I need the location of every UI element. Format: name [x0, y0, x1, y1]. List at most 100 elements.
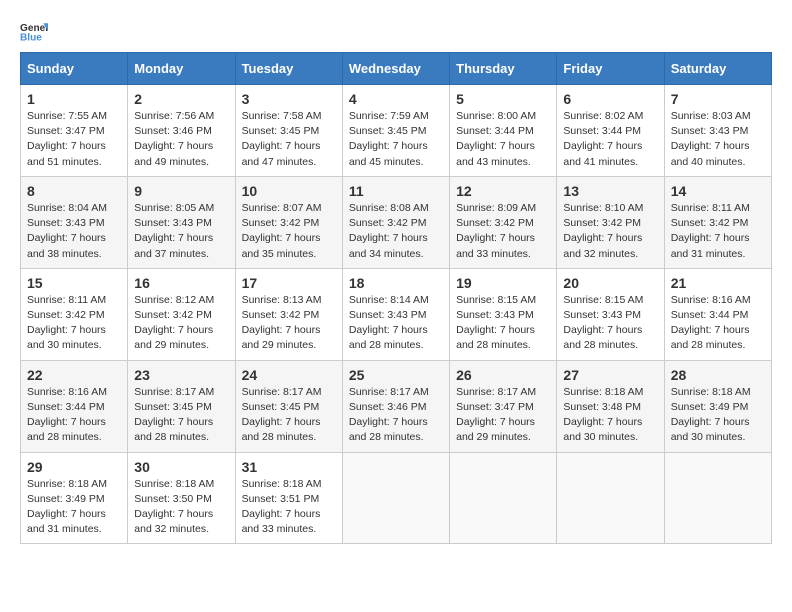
calendar-day-cell: 8 Sunrise: 8:04 AM Sunset: 3:43 PM Dayli… — [21, 176, 128, 268]
calendar-day-cell: 25 Sunrise: 8:17 AM Sunset: 3:46 PM Dayl… — [342, 360, 449, 452]
day-info: Sunrise: 8:02 AM Sunset: 3:44 PM Dayligh… — [563, 109, 657, 170]
day-number: 27 — [563, 367, 657, 383]
calendar-day-cell: 17 Sunrise: 8:13 AM Sunset: 3:42 PM Dayl… — [235, 268, 342, 360]
day-number: 25 — [349, 367, 443, 383]
day-number: 28 — [671, 367, 765, 383]
day-number: 13 — [563, 183, 657, 199]
day-info: Sunrise: 7:59 AM Sunset: 3:45 PM Dayligh… — [349, 109, 443, 170]
day-info: Sunrise: 8:18 AM Sunset: 3:49 PM Dayligh… — [27, 477, 121, 538]
calendar-day-cell — [664, 452, 771, 544]
calendar-day-cell: 23 Sunrise: 8:17 AM Sunset: 3:45 PM Dayl… — [128, 360, 235, 452]
day-info: Sunrise: 8:16 AM Sunset: 3:44 PM Dayligh… — [27, 385, 121, 446]
calendar-day-cell: 14 Sunrise: 8:11 AM Sunset: 3:42 PM Dayl… — [664, 176, 771, 268]
day-info: Sunrise: 7:58 AM Sunset: 3:45 PM Dayligh… — [242, 109, 336, 170]
day-number: 11 — [349, 183, 443, 199]
calendar-day-cell: 26 Sunrise: 8:17 AM Sunset: 3:47 PM Dayl… — [450, 360, 557, 452]
day-info: Sunrise: 8:10 AM Sunset: 3:42 PM Dayligh… — [563, 201, 657, 262]
day-number: 12 — [456, 183, 550, 199]
svg-text:Blue: Blue — [20, 32, 42, 42]
day-number: 31 — [242, 459, 336, 475]
day-info: Sunrise: 8:04 AM Sunset: 3:43 PM Dayligh… — [27, 201, 121, 262]
day-number: 29 — [27, 459, 121, 475]
day-number: 9 — [134, 183, 228, 199]
day-number: 6 — [563, 91, 657, 107]
day-info: Sunrise: 8:18 AM Sunset: 3:50 PM Dayligh… — [134, 477, 228, 538]
calendar-week-row: 29 Sunrise: 8:18 AM Sunset: 3:49 PM Dayl… — [21, 452, 772, 544]
day-number: 1 — [27, 91, 121, 107]
day-info: Sunrise: 8:08 AM Sunset: 3:42 PM Dayligh… — [349, 201, 443, 262]
day-number: 15 — [27, 275, 121, 291]
day-info: Sunrise: 8:07 AM Sunset: 3:42 PM Dayligh… — [242, 201, 336, 262]
day-info: Sunrise: 8:00 AM Sunset: 3:44 PM Dayligh… — [456, 109, 550, 170]
day-number: 17 — [242, 275, 336, 291]
day-info: Sunrise: 8:11 AM Sunset: 3:42 PM Dayligh… — [671, 201, 765, 262]
calendar-day-cell: 7 Sunrise: 8:03 AM Sunset: 3:43 PM Dayli… — [664, 85, 771, 177]
day-info: Sunrise: 7:56 AM Sunset: 3:46 PM Dayligh… — [134, 109, 228, 170]
day-info: Sunrise: 8:15 AM Sunset: 3:43 PM Dayligh… — [456, 293, 550, 354]
day-number: 18 — [349, 275, 443, 291]
calendar-day-cell: 3 Sunrise: 7:58 AM Sunset: 3:45 PM Dayli… — [235, 85, 342, 177]
day-number: 16 — [134, 275, 228, 291]
day-number: 21 — [671, 275, 765, 291]
day-info: Sunrise: 8:17 AM Sunset: 3:46 PM Dayligh… — [349, 385, 443, 446]
calendar-day-cell: 31 Sunrise: 8:18 AM Sunset: 3:51 PM Dayl… — [235, 452, 342, 544]
calendar-day-header: Monday — [128, 53, 235, 85]
calendar-week-row: 1 Sunrise: 7:55 AM Sunset: 3:47 PM Dayli… — [21, 85, 772, 177]
day-number: 20 — [563, 275, 657, 291]
calendar-day-header: Wednesday — [342, 53, 449, 85]
day-info: Sunrise: 8:16 AM Sunset: 3:44 PM Dayligh… — [671, 293, 765, 354]
calendar-week-row: 22 Sunrise: 8:16 AM Sunset: 3:44 PM Dayl… — [21, 360, 772, 452]
calendar-week-row: 8 Sunrise: 8:04 AM Sunset: 3:43 PM Dayli… — [21, 176, 772, 268]
calendar-day-cell: 20 Sunrise: 8:15 AM Sunset: 3:43 PM Dayl… — [557, 268, 664, 360]
calendar-day-cell: 28 Sunrise: 8:18 AM Sunset: 3:49 PM Dayl… — [664, 360, 771, 452]
day-number: 3 — [242, 91, 336, 107]
day-number: 14 — [671, 183, 765, 199]
day-number: 22 — [27, 367, 121, 383]
day-info: Sunrise: 8:15 AM Sunset: 3:43 PM Dayligh… — [563, 293, 657, 354]
calendar-day-cell: 24 Sunrise: 8:17 AM Sunset: 3:45 PM Dayl… — [235, 360, 342, 452]
day-info: Sunrise: 8:09 AM Sunset: 3:42 PM Dayligh… — [456, 201, 550, 262]
day-info: Sunrise: 8:05 AM Sunset: 3:43 PM Dayligh… — [134, 201, 228, 262]
day-info: Sunrise: 8:17 AM Sunset: 3:47 PM Dayligh… — [456, 385, 550, 446]
calendar-day-cell: 21 Sunrise: 8:16 AM Sunset: 3:44 PM Dayl… — [664, 268, 771, 360]
calendar-day-cell: 2 Sunrise: 7:56 AM Sunset: 3:46 PM Dayli… — [128, 85, 235, 177]
calendar-day-cell — [450, 452, 557, 544]
calendar-header: SundayMondayTuesdayWednesdayThursdayFrid… — [21, 53, 772, 85]
calendar-day-header: Thursday — [450, 53, 557, 85]
logo: General Blue — [20, 20, 52, 42]
day-number: 4 — [349, 91, 443, 107]
calendar-day-cell — [557, 452, 664, 544]
calendar-day-cell: 29 Sunrise: 8:18 AM Sunset: 3:49 PM Dayl… — [21, 452, 128, 544]
day-info: Sunrise: 8:13 AM Sunset: 3:42 PM Dayligh… — [242, 293, 336, 354]
calendar-day-cell: 12 Sunrise: 8:09 AM Sunset: 3:42 PM Dayl… — [450, 176, 557, 268]
day-info: Sunrise: 8:14 AM Sunset: 3:43 PM Dayligh… — [349, 293, 443, 354]
calendar-day-cell: 11 Sunrise: 8:08 AM Sunset: 3:42 PM Dayl… — [342, 176, 449, 268]
calendar-day-cell: 22 Sunrise: 8:16 AM Sunset: 3:44 PM Dayl… — [21, 360, 128, 452]
day-info: Sunrise: 8:18 AM Sunset: 3:48 PM Dayligh… — [563, 385, 657, 446]
calendar-day-header: Friday — [557, 53, 664, 85]
calendar-day-cell: 27 Sunrise: 8:18 AM Sunset: 3:48 PM Dayl… — [557, 360, 664, 452]
day-info: Sunrise: 8:17 AM Sunset: 3:45 PM Dayligh… — [242, 385, 336, 446]
day-info: Sunrise: 8:17 AM Sunset: 3:45 PM Dayligh… — [134, 385, 228, 446]
calendar-day-cell: 1 Sunrise: 7:55 AM Sunset: 3:47 PM Dayli… — [21, 85, 128, 177]
calendar-day-cell: 6 Sunrise: 8:02 AM Sunset: 3:44 PM Dayli… — [557, 85, 664, 177]
day-number: 23 — [134, 367, 228, 383]
day-number: 26 — [456, 367, 550, 383]
calendar-table: SundayMondayTuesdayWednesdayThursdayFrid… — [20, 52, 772, 544]
page-header: General Blue — [20, 20, 772, 42]
calendar-day-header: Sunday — [21, 53, 128, 85]
calendar-day-cell: 15 Sunrise: 8:11 AM Sunset: 3:42 PM Dayl… — [21, 268, 128, 360]
calendar-day-cell: 10 Sunrise: 8:07 AM Sunset: 3:42 PM Dayl… — [235, 176, 342, 268]
calendar-day-cell: 13 Sunrise: 8:10 AM Sunset: 3:42 PM Dayl… — [557, 176, 664, 268]
calendar-day-cell: 16 Sunrise: 8:12 AM Sunset: 3:42 PM Dayl… — [128, 268, 235, 360]
calendar-week-row: 15 Sunrise: 8:11 AM Sunset: 3:42 PM Dayl… — [21, 268, 772, 360]
day-info: Sunrise: 8:03 AM Sunset: 3:43 PM Dayligh… — [671, 109, 765, 170]
day-number: 10 — [242, 183, 336, 199]
day-info: Sunrise: 8:12 AM Sunset: 3:42 PM Dayligh… — [134, 293, 228, 354]
day-number: 24 — [242, 367, 336, 383]
day-number: 8 — [27, 183, 121, 199]
day-info: Sunrise: 7:55 AM Sunset: 3:47 PM Dayligh… — [27, 109, 121, 170]
calendar-day-cell: 5 Sunrise: 8:00 AM Sunset: 3:44 PM Dayli… — [450, 85, 557, 177]
day-info: Sunrise: 8:18 AM Sunset: 3:49 PM Dayligh… — [671, 385, 765, 446]
day-info: Sunrise: 8:18 AM Sunset: 3:51 PM Dayligh… — [242, 477, 336, 538]
